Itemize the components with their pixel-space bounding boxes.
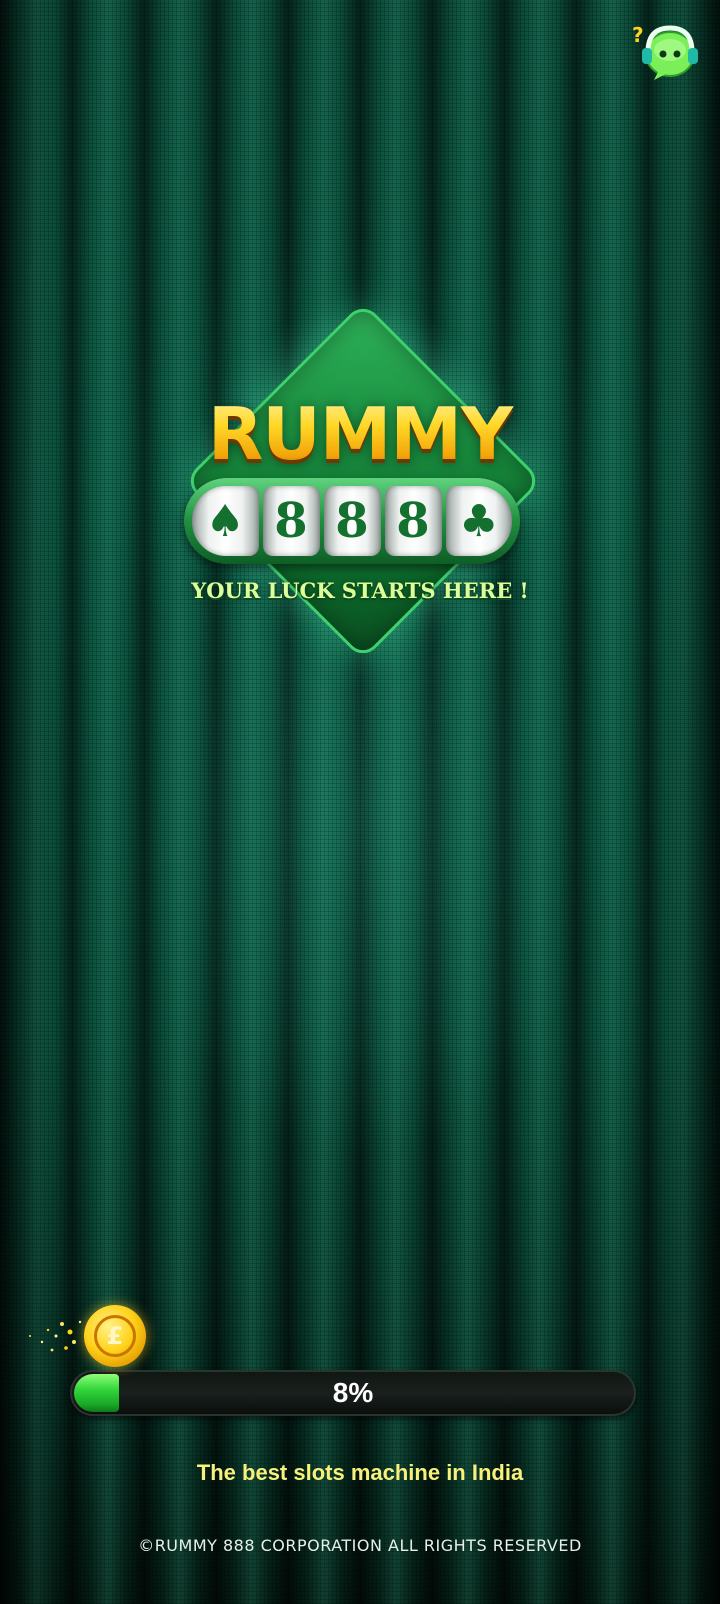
slot-reels: ♠ 8 8 8 ♣ (184, 478, 520, 564)
loading-progress-bar: 8% (70, 1370, 636, 1416)
splash-screen: ? RUMMY ♠ 8 8 8 ♣ YOUR LUCK STARTS HERE … (0, 0, 720, 1604)
reel-digit: 8 (262, 486, 320, 556)
support-headset-icon: ? (632, 23, 698, 80)
progress-percent: 8% (332, 1377, 374, 1408)
spade-icon: ♠ (192, 486, 259, 556)
reel-digit: 8 (323, 486, 381, 556)
svg-text:?: ? (632, 23, 644, 47)
reel-digit: 8 (384, 486, 442, 556)
club-icon: ♣ (445, 486, 512, 556)
support-button[interactable]: ? (632, 20, 704, 84)
coin-icon: £ (84, 1305, 146, 1367)
tagline-text: The best slots machine in India (196, 1460, 524, 1485)
logo-title: RUMMY (160, 392, 560, 476)
sparkle-trail-icon (29, 1320, 82, 1352)
copyright-text: ©RUMMY 888 CORPORATION ALL RIGHTS RESERV… (138, 1536, 582, 1555)
logo-tagline: YOUR LUCK STARTS HERE ! (191, 578, 529, 603)
rummy-888-logo: RUMMY ♠ 8 8 8 ♣ YOUR LUCK STARTS HERE ! (160, 300, 560, 660)
